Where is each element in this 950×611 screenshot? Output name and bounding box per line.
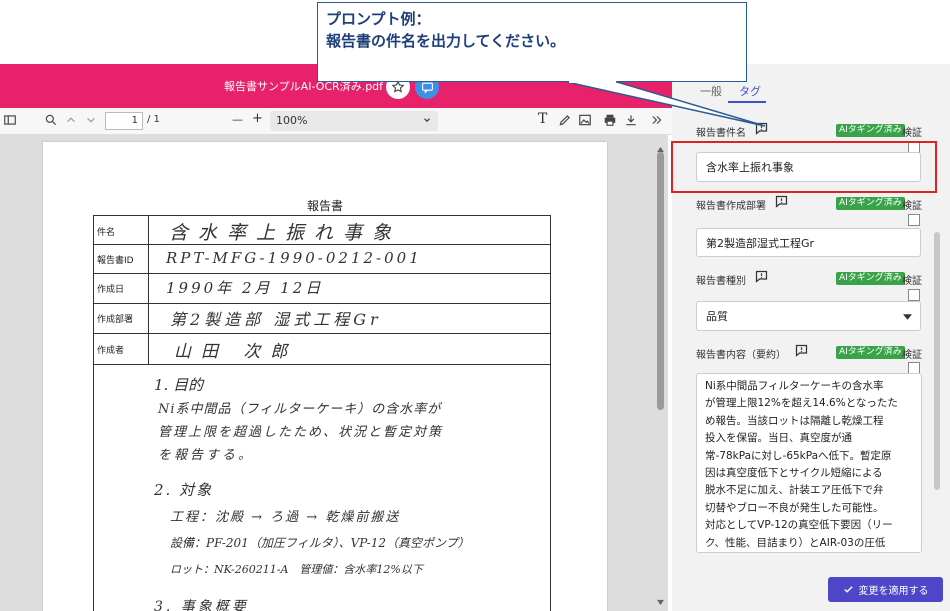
callout-line-1: プロンプト例： bbox=[326, 10, 431, 28]
callout-line-2: 報告書の件名を出力してください。 bbox=[326, 32, 566, 50]
callout-join bbox=[569, 80, 616, 83]
app-root: 報告書サンプルAI-OCR済み.pdf 1 / 1 — + 100% T 報告書 bbox=[0, 0, 950, 611]
callout-pointer bbox=[566, 81, 766, 127]
prompt-callout: プロンプト例： 報告書の件名を出力してください。 bbox=[317, 2, 747, 82]
